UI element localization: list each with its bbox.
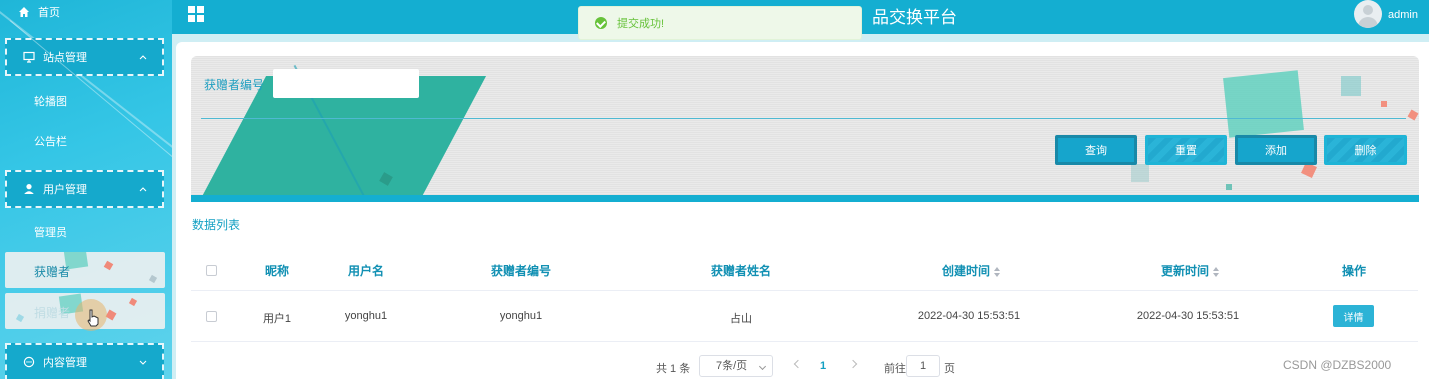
username-label[interactable]: admin: [1388, 9, 1418, 21]
decoration: [1223, 70, 1304, 138]
sidebar-item-recipient[interactable]: 获赠者: [5, 252, 165, 288]
decoration: [15, 313, 25, 323]
divider: [201, 118, 1406, 119]
list-title: 数据列表: [192, 218, 241, 232]
page-size-select[interactable]: 7条/页: [699, 355, 773, 377]
site-title: 品交换平台: [872, 8, 957, 27]
home-icon: [19, 7, 29, 17]
total-count: 共 1 条: [656, 363, 691, 375]
cell-recipient-no: yonghu1: [499, 310, 543, 322]
toast-message: 提交成功!: [617, 18, 665, 30]
decoration: [1226, 184, 1232, 190]
chevron-up-icon: [139, 55, 147, 60]
decoration: [103, 260, 114, 271]
row-checkbox[interactable]: [206, 311, 217, 322]
sidebar-item-admin[interactable]: 管理员: [34, 224, 67, 240]
detail-button[interactable]: 详情: [1333, 305, 1374, 327]
recipient-no-input[interactable]: [273, 69, 419, 98]
sidebar-item-home[interactable]: 首页: [0, 0, 172, 24]
divider: [191, 341, 1418, 342]
user-icon: [24, 184, 34, 194]
decoration: [148, 274, 158, 284]
goto-label: 前往: [884, 363, 906, 375]
cell-nickname: 用户1: [262, 313, 292, 325]
prev-page-icon[interactable]: [793, 359, 803, 369]
sidebar-group-label: 站点管理: [43, 52, 87, 64]
sort-icon[interactable]: [994, 266, 1000, 277]
column-header-sortable[interactable]: 更新时间: [1135, 262, 1245, 279]
success-toast: 提交成功!: [578, 6, 862, 40]
sidebar-group-label: 用户管理: [43, 184, 87, 196]
decoration: [105, 309, 117, 321]
decoration: [1341, 76, 1361, 96]
sidebar-item-label: 获赠者: [34, 265, 71, 279]
column-header: 用户名: [347, 264, 384, 278]
cell-recipient-name: 占山: [730, 313, 752, 325]
column-header: 获赠者编号: [490, 264, 551, 278]
chevron-down-icon: [758, 362, 767, 371]
sidebar-item-carousel[interactable]: 轮播图: [34, 93, 67, 109]
select-all-checkbox[interactable]: [206, 265, 217, 276]
cell-updated: 2022-04-30 15:53:51: [1136, 310, 1240, 322]
sort-icon[interactable]: [1213, 266, 1219, 277]
column-header-label: 创建时间: [941, 264, 990, 278]
goto-suffix: 页: [944, 363, 955, 375]
avatar-head: [1363, 5, 1373, 15]
chevron-up-icon: [139, 187, 147, 192]
divider: [191, 195, 1419, 202]
sidebar-item-label: 捐赠者: [34, 306, 71, 320]
column-header-sortable[interactable]: 创建时间: [916, 262, 1026, 279]
divider: [191, 290, 1418, 291]
query-button[interactable]: 查询: [1055, 135, 1137, 165]
decoration: [1407, 109, 1419, 121]
column-header: 昵称: [264, 264, 289, 278]
sidebar-group-users[interactable]: 用户管理: [5, 170, 164, 208]
search-panel: 获赠者编号 查询 重置 添加 删除: [191, 56, 1419, 202]
avatar-body: [1358, 17, 1378, 28]
grid-menu-icon[interactable]: [187, 5, 205, 23]
delete-button[interactable]: 删除: [1324, 135, 1407, 165]
page-number[interactable]: 1: [820, 360, 826, 372]
column-header-label: 更新时间: [1160, 264, 1209, 278]
next-page-icon[interactable]: [848, 359, 858, 369]
pagination: 共 1 条 7条/页 1 前往 1 页: [0, 355, 1429, 377]
watermark: CSDN @DZBS2000: [1283, 358, 1392, 372]
decoration: [1131, 164, 1149, 182]
column-header: 获赠者姓名: [710, 264, 771, 278]
decoration: [128, 297, 138, 307]
add-button[interactable]: 添加: [1235, 135, 1317, 165]
column-header: 操作: [1341, 264, 1366, 278]
check-circle-icon: [595, 17, 607, 29]
sidebar-item-label: 首页: [38, 7, 60, 19]
page-size-value: 7条/页: [716, 360, 748, 372]
sidebar-item-notice[interactable]: 公告栏: [34, 133, 67, 149]
search-label: 获赠者编号: [204, 78, 265, 92]
monitor-icon: [23, 51, 35, 63]
cell-username: yonghu1: [344, 310, 388, 322]
avatar[interactable]: [1354, 0, 1382, 28]
sidebar-group-site[interactable]: 站点管理: [5, 38, 164, 76]
decoration: [1381, 101, 1387, 107]
reset-button[interactable]: 重置: [1145, 135, 1227, 165]
hand-cursor-icon: [87, 309, 99, 327]
cell-created: 2022-04-30 15:53:51: [917, 310, 1021, 322]
goto-page-input[interactable]: 1: [906, 355, 940, 377]
